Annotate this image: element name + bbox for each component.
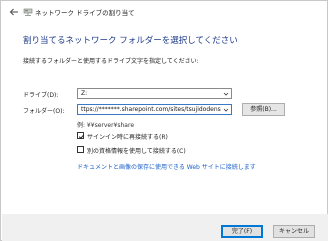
other-credentials-checkbox[interactable] <box>77 146 84 153</box>
finish-button[interactable]: 完了(F) <box>221 225 263 238</box>
reconnect-checkbox-row[interactable]: サインイン時に再接続する(R) <box>77 131 227 141</box>
instruction-text: 接続するフォルダーと使用するドライブ文字を指定してください: <box>23 58 199 65</box>
reconnect-checkbox[interactable] <box>77 132 85 139</box>
folder-value: ttps://*******.sharepoint.com/sites/tsuj… <box>81 106 221 113</box>
other-credentials-label: 別の資格情報を使用して接続する(C) <box>87 148 186 155</box>
chevron-down-icon <box>223 91 229 97</box>
drive-label: ドライブ(D): <box>23 92 59 99</box>
page-heading: 割り当てるネットワーク フォルダーを選択してください <box>23 36 238 46</box>
map-network-drive-dialog: ネットワーク ドライブの割り当て 割り当てるネットワーク フォルダーを選択してく… <box>0 0 328 241</box>
other-credentials-checkbox-row[interactable]: 別の資格情報を使用して接続する(C) <box>77 145 247 155</box>
dialog-footer: 完了(F) キャンセル <box>2 214 328 241</box>
connect-website-link[interactable]: ドキュメントと画像の保存に使用できる Web サイトに接続します <box>77 162 256 171</box>
folder-combobox[interactable]: ttps://*******.sharepoint.com/sites/tsuj… <box>77 104 232 115</box>
network-drive-icon <box>23 7 33 17</box>
drive-select-value: Z: <box>81 90 88 97</box>
browse-button[interactable]: 参照(B)... <box>242 103 285 116</box>
chevron-down-icon[interactable] <box>223 107 229 113</box>
title-bar: ネットワーク ドライブの割り当て <box>1 1 327 23</box>
window-title: ネットワーク ドライブの割り当て <box>35 9 135 17</box>
reconnect-label: サインイン時に再接続する(R) <box>87 134 168 141</box>
folder-label: フォルダー(O): <box>23 108 65 115</box>
drive-select[interactable]: Z: <box>77 88 232 99</box>
back-arrow-icon[interactable] <box>8 6 20 18</box>
example-text: 例: ¥¥server¥share <box>77 122 135 129</box>
cancel-button[interactable]: キャンセル <box>273 225 315 238</box>
